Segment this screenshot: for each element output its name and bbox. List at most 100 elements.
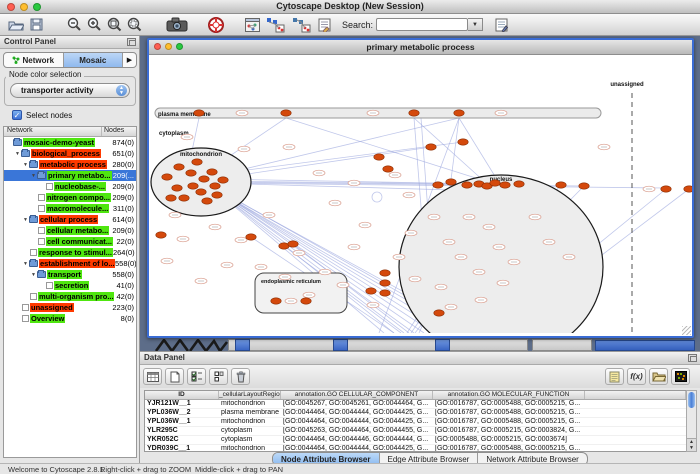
float-panel-icon[interactable] [127, 38, 136, 46]
selected-network-node[interactable] [271, 298, 281, 304]
selected-network-node[interactable] [281, 110, 291, 116]
background-window-titlebar[interactable] [333, 339, 348, 351]
background-window-titlebar[interactable] [595, 340, 695, 351]
selected-network-node[interactable] [374, 154, 384, 160]
tree-row[interactable]: nitrogen compo...209(0) [4, 192, 136, 203]
selected-network-node[interactable] [500, 182, 510, 188]
selected-network-node[interactable] [194, 110, 204, 116]
select-nodes-checkbox[interactable]: ✓ [12, 110, 22, 120]
destroy-view-button[interactable] [288, 16, 314, 34]
attribute-matrix-button[interactable] [671, 368, 690, 385]
scrollbar-thumb[interactable] [688, 392, 695, 408]
zoom-fit-button[interactable] [104, 16, 124, 34]
table-row[interactable]: YLR295Ccytoplasm[GO:0045263, GO:0044464,… [145, 427, 686, 436]
self-loop-edge[interactable] [372, 192, 382, 202]
selected-network-node[interactable] [556, 182, 566, 188]
expander-icon[interactable]: ▼ [30, 173, 37, 179]
tree-row[interactable]: unassigned223(0) [4, 302, 136, 313]
selected-network-node[interactable] [380, 280, 390, 286]
selected-network-node[interactable] [166, 195, 176, 201]
snapshot-button[interactable] [164, 16, 190, 34]
tree-row[interactable]: multi-organism pro...42(0) [4, 291, 136, 302]
selected-network-node[interactable] [188, 183, 198, 189]
open-session-button[interactable] [6, 16, 26, 34]
function-builder-button[interactable]: f(x) [627, 368, 646, 385]
expander-icon[interactable]: ▼ [22, 162, 29, 168]
edge[interactable] [227, 147, 431, 177]
selected-network-node[interactable] [246, 234, 256, 240]
create-view-button[interactable] [262, 16, 288, 34]
selected-network-node[interactable] [196, 189, 206, 195]
column-header[interactable]: _cellularLayoutRegion [219, 391, 281, 399]
tree-row[interactable]: cellular metabo...209(0) [4, 225, 136, 236]
tree-row[interactable]: cell communicat...22(0) [4, 236, 136, 247]
selected-network-node[interactable] [458, 139, 468, 145]
new-attribute-button[interactable] [165, 368, 184, 385]
selected-network-node[interactable] [454, 110, 464, 116]
report-button[interactable] [605, 368, 624, 385]
table-scrollbar[interactable]: ▲▼ [686, 390, 697, 452]
zoom-in-button[interactable] [84, 16, 104, 34]
selected-network-node[interactable] [579, 183, 589, 189]
selected-network-node[interactable] [199, 176, 209, 182]
table-row[interactable]: YPL036W__1mitochondrion[GO:0044464, GO:0… [145, 418, 686, 427]
search-dropdown-button[interactable]: ▼ [468, 18, 483, 31]
tree-row[interactable]: response to stimul...264(0) [4, 247, 136, 258]
background-window-titlebar[interactable] [435, 339, 450, 351]
tab-network[interactable]: Network [4, 53, 64, 67]
tree-col-nodes[interactable]: Nodes [102, 127, 136, 136]
expander-icon[interactable]: ▼ [14, 151, 21, 157]
table-row[interactable]: YKR052Ccytoplasm[GO:0044464, GO:0044446,… [145, 436, 686, 445]
selected-network-node[interactable] [490, 180, 500, 186]
mitochondrion-region[interactable] [151, 148, 251, 216]
selected-network-node[interactable] [192, 159, 202, 165]
tree-row[interactable]: ▼biological_process651(0) [4, 148, 136, 159]
tree-row[interactable]: Overview8(0) [4, 313, 136, 324]
selected-network-node[interactable] [174, 164, 184, 170]
selected-network-node[interactable] [301, 298, 311, 304]
selected-network-node[interactable] [179, 195, 189, 201]
background-window-titlebar[interactable] [235, 339, 250, 351]
tree-row[interactable]: ▼establishment of lo...558(0) [4, 258, 136, 269]
network-window-titlebar[interactable]: primary metabolic process [149, 40, 692, 55]
attribute-table-button[interactable] [143, 368, 162, 385]
selected-network-node[interactable] [172, 185, 182, 191]
selected-network-node[interactable] [186, 170, 196, 176]
expander-icon[interactable]: ▼ [22, 261, 29, 267]
tree-col-network[interactable]: Network [4, 127, 102, 136]
tree-row[interactable]: nucleobase-...209(0) [4, 181, 136, 192]
selected-network-node[interactable] [162, 174, 172, 180]
delete-attribute-button[interactable] [231, 368, 250, 385]
nucleus-region[interactable] [399, 175, 603, 333]
help-button[interactable] [206, 16, 226, 34]
selected-network-node[interactable] [212, 192, 222, 198]
network-overview-button[interactable] [242, 16, 262, 34]
selected-network-node[interactable] [202, 198, 212, 204]
column-header[interactable]: annotation.GO CELLULAR_COMPONENT [281, 391, 433, 399]
selected-network-node[interactable] [156, 232, 166, 238]
tree-row[interactable]: ▼transport558(0) [4, 269, 136, 280]
tree-row[interactable]: ▼primary metabo...209(... [4, 170, 136, 181]
selected-network-node[interactable] [426, 144, 436, 150]
network-canvas[interactable]: plasma membrane cytoplasm mitochondrion … [149, 55, 692, 333]
selected-network-node[interactable] [514, 181, 524, 187]
column-header[interactable]: ID [145, 391, 219, 399]
selected-network-node[interactable] [218, 177, 228, 183]
selected-network-node[interactable] [207, 169, 217, 175]
selected-network-node[interactable] [684, 186, 692, 192]
float-panel-icon[interactable] [688, 354, 697, 362]
table-row[interactable]: YDR039C__1mitochondrion[GO:0044464, GO:0… [145, 445, 686, 452]
expander-icon[interactable]: ▼ [22, 217, 29, 223]
resize-grip[interactable] [682, 326, 691, 335]
zoom-selected-button[interactable] [124, 16, 144, 34]
search-options-button[interactable] [491, 16, 511, 34]
selected-network-node[interactable] [433, 182, 443, 188]
node-color-select[interactable]: transporter activity ▲▼ [10, 83, 130, 98]
search-input[interactable] [376, 18, 468, 31]
selected-network-node[interactable] [446, 179, 456, 185]
table-row[interactable]: YJR121W__1mitochondrion[GO:0045267, GO:0… [145, 400, 686, 409]
tree-row[interactable]: secretion41(0) [4, 280, 136, 291]
selected-network-node[interactable] [462, 182, 472, 188]
selected-network-node[interactable] [409, 110, 419, 116]
tree-row[interactable]: mosaic-demo-yeast874(0) [4, 137, 136, 148]
